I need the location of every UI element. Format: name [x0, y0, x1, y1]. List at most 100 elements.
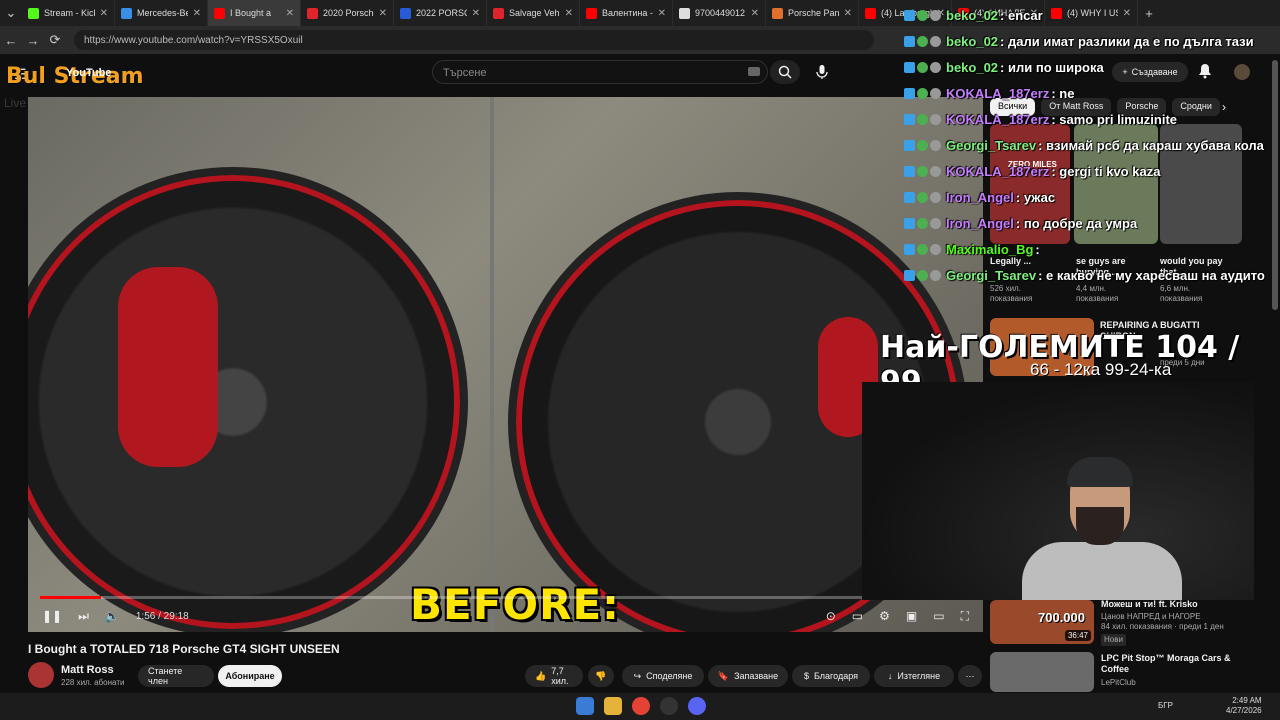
bell-icon — [1199, 64, 1211, 79]
chat-message: KOKALA_187erz: samo pri limuzinite — [904, 112, 1177, 127]
pause-icon[interactable]: ❚❚ — [42, 609, 62, 623]
clock-time: 2:49 AM — [1232, 696, 1262, 705]
chat-message: Iron_Angel: ужас — [904, 190, 1055, 205]
subscribe-button[interactable]: Абониране — [218, 665, 282, 687]
recommendation-title[interactable]: LPC Pit Stop™ Moraga Cars & Coffee — [1101, 653, 1231, 675]
channel-avatar[interactable] — [28, 662, 54, 688]
join-button[interactable]: Станете член — [138, 665, 214, 687]
browser-tab[interactable]: (4) WHY I USE ✕ — [1045, 0, 1138, 26]
channel-name[interactable]: Matt Ross — [61, 664, 114, 676]
miniplayer-icon[interactable]: ▣ — [906, 609, 917, 623]
mic-button[interactable] — [812, 62, 832, 82]
close-icon[interactable]: ✕ — [193, 8, 201, 19]
autoplay-toggle[interactable]: ⊙ — [826, 609, 836, 623]
sub-badge-icon — [917, 140, 928, 151]
close-icon[interactable]: ✕ — [100, 8, 108, 19]
tab-favicon-icon — [679, 7, 690, 19]
volume-icon[interactable]: 🔈 — [105, 609, 120, 623]
chevron-right-icon[interactable]: › — [1222, 100, 1226, 114]
subtitles-icon[interactable]: ▭ — [852, 609, 863, 623]
browser-tab[interactable]: 2022 PORSCHE ✕ — [394, 0, 487, 26]
chat-text: : дали имат разлики да е по дълга тази — [1000, 34, 1254, 49]
thumbs-down-icon: 👎 — [595, 670, 607, 681]
language-indicator[interactable]: БГР — [1158, 701, 1173, 710]
chat-text: : gergi ti kvo kaza — [1051, 164, 1161, 179]
browser-tab[interactable]: 9700449012 - ✕ — [673, 0, 766, 26]
dislike-button[interactable]: 👎 — [588, 665, 614, 687]
chat-text: : — [1035, 242, 1040, 257]
browser-tab[interactable]: Salvage Vehicle ✕ — [487, 0, 580, 26]
url-field[interactable]: https://www.youtube.com/watch?v=YRSSX5Ox… — [74, 30, 874, 50]
scrollbar[interactable] — [1272, 60, 1278, 310]
thanks-button[interactable]: $ Благодаря — [792, 665, 870, 687]
download-label: Изтегляне — [897, 671, 941, 681]
browser-tab[interactable]: Stream - Kick ✕ — [22, 0, 115, 26]
reload-icon[interactable]: ⟳ — [44, 32, 66, 48]
video-player[interactable] — [28, 97, 983, 632]
new-badge: Нови — [1101, 634, 1126, 646]
settings-icon[interactable]: ⚙ — [879, 609, 890, 623]
chat-message: Maximalio_Bg: — [904, 242, 1040, 257]
chrome-icon[interactable] — [632, 697, 650, 715]
download-button[interactable]: ↓ Изтегляне — [874, 665, 954, 687]
youtube-logo[interactable]: YouTube — [66, 67, 111, 79]
discord-icon[interactable] — [688, 697, 706, 715]
new-tab-button[interactable]: + — [1138, 6, 1160, 21]
recommendation-thumbnail[interactable]: 700.000 36:47 — [990, 600, 1094, 644]
tab-favicon-icon — [121, 7, 132, 19]
obs-icon[interactable] — [660, 697, 678, 715]
chat-username: KOKALA_187erz — [946, 86, 1050, 101]
streamer-body — [1022, 542, 1182, 600]
like-button[interactable]: 👍 7,7 хил. — [525, 665, 583, 687]
create-button[interactable]: + Създаване — [1112, 62, 1188, 82]
next-icon[interactable]: ⏭ — [78, 609, 89, 624]
tab-search-icon[interactable]: ⌄ — [0, 5, 22, 21]
chat-username: KOKALA_187erz — [946, 112, 1050, 127]
close-icon[interactable]: ✕ — [379, 8, 387, 19]
forward-icon[interactable]: → — [22, 33, 44, 48]
close-icon[interactable]: ✕ — [844, 8, 852, 19]
recommendation-meta: Цанов НАПРЕД и НАГОРЕ 84 хил. показвания … — [1101, 612, 1241, 646]
close-icon[interactable]: ✕ — [472, 8, 480, 19]
more-button[interactable]: ⋯ — [958, 665, 982, 687]
kick-badge-icon — [904, 244, 915, 255]
browser-tab[interactable]: Валентина - X ✕ — [580, 0, 673, 26]
fullscreen-icon[interactable]: ⛶ — [961, 609, 969, 624]
recommendation-title[interactable]: Legally ... — [990, 256, 1060, 267]
chat-username: Georgi_Tsarev — [946, 138, 1037, 153]
close-icon[interactable]: ✕ — [286, 8, 294, 19]
search-input[interactable]: Търсене — [432, 60, 768, 84]
sub-badge-icon — [917, 192, 928, 203]
save-button[interactable]: 🔖 Запазване — [708, 665, 788, 687]
tab-favicon-icon — [400, 7, 411, 19]
close-icon[interactable]: ✕ — [1123, 8, 1131, 19]
theater-icon[interactable]: ▭ — [933, 609, 944, 623]
duration-badge: 36:47 — [1064, 630, 1091, 641]
back-icon[interactable]: ← — [0, 33, 22, 48]
more-icon: ⋯ — [965, 670, 975, 681]
search-button[interactable] — [770, 60, 800, 84]
recommendation-title[interactable]: Можеш и ти! ft. Krisko — [1101, 599, 1241, 610]
recommendation-thumbnail[interactable] — [990, 652, 1094, 692]
filter-chip[interactable]: Сродни — [1172, 98, 1220, 116]
share-button[interactable]: ↪ Споделяне — [622, 665, 704, 687]
browser-tab[interactable]: Mercedes-Benz ✕ — [115, 0, 208, 26]
progress-bar[interactable] — [40, 596, 970, 599]
recommendation-meta: LePitClub — [1101, 678, 1136, 687]
tab-label: I Bought a — [230, 8, 272, 18]
close-icon[interactable]: ✕ — [658, 8, 666, 19]
browser-tab[interactable]: Porsche Panam ✕ — [766, 0, 859, 26]
windows-start-icon[interactable] — [576, 697, 594, 715]
video-title: I Bought a TOTALED 718 Porsche GT4 SIGHT… — [28, 642, 340, 656]
notifications-button[interactable] — [1198, 63, 1212, 84]
close-icon[interactable]: ✕ — [751, 8, 759, 19]
file-explorer-icon[interactable] — [604, 697, 622, 715]
account-avatar[interactable] — [1234, 64, 1250, 80]
close-icon[interactable]: ✕ — [565, 8, 573, 19]
clock[interactable]: 2:49 AM 4/27/2026 — [1226, 696, 1262, 716]
keyboard-icon[interactable] — [748, 67, 760, 76]
browser-tab[interactable]: 2020 Porsche ✕ — [301, 0, 394, 26]
browser-tab[interactable]: I Bought a ✕ — [208, 0, 301, 26]
level-badge-icon — [930, 36, 941, 47]
player-controls: ❚❚ ⏭ 🔈 1:56 / 29:18 ⊙ ▭ ⚙ ▣ ▭ ⛶ — [28, 600, 983, 632]
